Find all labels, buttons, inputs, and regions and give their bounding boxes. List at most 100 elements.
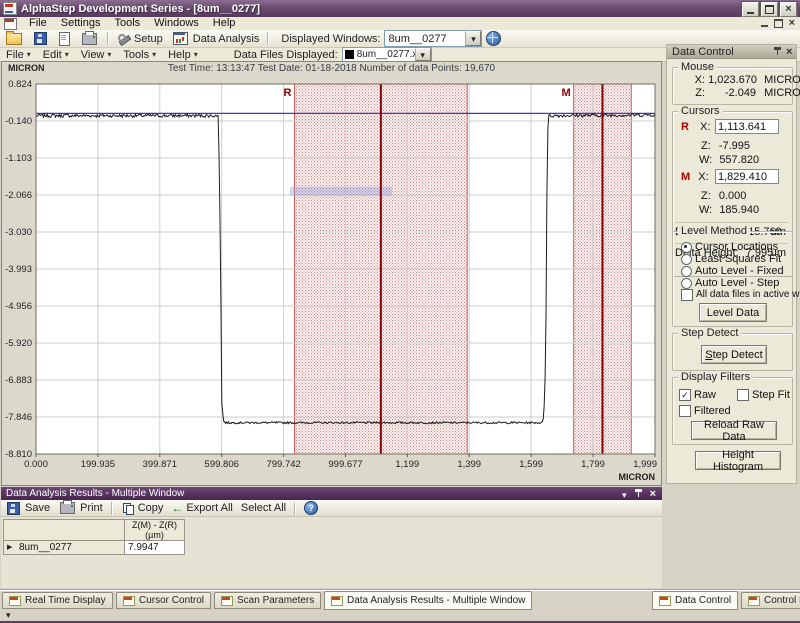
combo-dropdown-button[interactable] — [465, 31, 481, 46]
m-cursor-row: M X: — [681, 171, 709, 183]
y-tick-label: -8.810 — [5, 449, 32, 460]
y-tick-label: 0.824 — [8, 79, 32, 90]
application-window: AlphaStep Development Series - [8um__027… — [0, 0, 800, 623]
mdi-minimize-button[interactable] — [761, 21, 768, 27]
displayed-windows-combobox[interactable]: 8um__0277 — [384, 30, 482, 47]
table-row[interactable]: 8um__0277 7.9947 — [4, 541, 185, 555]
help-icon[interactable] — [304, 501, 318, 515]
close-button[interactable] — [780, 2, 797, 17]
data-files-combobox[interactable]: 8um__0277.xml — [342, 47, 432, 62]
radio-auto-level-fixed[interactable] — [681, 266, 692, 277]
mdi-close-button[interactable] — [789, 18, 795, 29]
r-z-value: -7.995 — [719, 140, 750, 152]
toolbar-separator — [111, 502, 113, 515]
menu-item-help[interactable]: Help — [206, 17, 243, 30]
menu-item-file[interactable]: File — [22, 17, 54, 30]
app-icon — [3, 2, 17, 15]
open-folder-icon — [6, 33, 22, 45]
m-z-label: Z: — [701, 190, 711, 202]
height-histogram-button[interactable]: Height Histogram — [695, 451, 781, 470]
pin-icon[interactable] — [774, 47, 781, 57]
data-control-close-button[interactable]: × — [786, 47, 792, 57]
pin-icon[interactable] — [635, 489, 642, 499]
tab-cursor-control[interactable]: Cursor Control — [116, 592, 211, 609]
print-button[interactable] — [76, 31, 103, 47]
level-data-button[interactable]: Level Data — [699, 303, 767, 322]
x-tick-label: 399.871 — [143, 459, 177, 470]
tab-scan-parameters[interactable]: Scan Parameters — [214, 592, 321, 609]
profile-chart[interactable]: RM0.000199.935399.871599.806799.742999.6… — [2, 62, 661, 485]
results-close-button[interactable]: × — [650, 489, 656, 499]
raw-checkbox[interactable] — [679, 389, 691, 401]
m-z-row: Z: 0.000 — [701, 190, 746, 202]
setup-button[interactable]: Setup — [113, 31, 167, 47]
reload-raw-data-button[interactable]: Reload Raw Data — [691, 421, 777, 440]
tab-real-time-display[interactable]: Real Time Display — [2, 592, 113, 609]
raw-label: Raw — [694, 389, 716, 401]
x-tick-label: 199.935 — [81, 459, 115, 470]
cursor-label-m: M — [562, 87, 571, 99]
level-data-label: Level Data — [707, 307, 760, 319]
filebar-menu-help[interactable]: Help — [162, 48, 204, 61]
combo-dropdown-button[interactable] — [415, 48, 431, 61]
value-column-header: Z(M) - Z(R) (µm) — [125, 520, 185, 541]
tab-label: Scan Parameters — [237, 595, 314, 606]
menu-item-tools[interactable]: Tools — [107, 17, 147, 30]
results-print-button[interactable]: Print — [54, 500, 107, 516]
smart-tag-dropdown-icon[interactable] — [6, 610, 11, 621]
radio-label-auto-level-step: Auto Level - Step — [695, 277, 779, 289]
r-cursor-x-input[interactable] — [715, 119, 779, 134]
save-button[interactable] — [28, 30, 53, 47]
row-header-cell[interactable]: 8um__0277 — [4, 541, 125, 555]
filebar-menu-edit[interactable]: Edit — [37, 48, 75, 61]
document-icon[interactable] — [4, 18, 17, 30]
tab-control-panel[interactable]: Control Panel — [741, 592, 800, 609]
m-cursor-letter: M — [681, 171, 690, 183]
minimize-button[interactable] — [742, 2, 759, 17]
title-bar: AlphaStep Development Series - [8um__027… — [0, 0, 800, 17]
step-fit-checkbox[interactable] — [737, 389, 749, 401]
filebar-menu-file[interactable]: File — [0, 48, 37, 61]
x-tick-label: 799.742 — [266, 459, 300, 470]
radio-cursor-locations[interactable] — [681, 242, 692, 253]
m-cursor-x-input[interactable] — [715, 169, 779, 184]
mdi-restore-button[interactable] — [774, 19, 783, 28]
restore-button[interactable] — [761, 2, 778, 17]
results-save-button[interactable]: Save — [1, 500, 54, 517]
tab-data-control[interactable]: Data Control — [652, 591, 738, 610]
tab-label: Cursor Control — [139, 595, 204, 606]
globe-icon[interactable] — [486, 31, 501, 46]
print-preview-button[interactable] — [53, 30, 76, 48]
filtered-checkbox[interactable] — [679, 405, 691, 417]
y-tick-label: -1.103 — [5, 153, 32, 164]
mouse-z-value: -2.049 — [708, 87, 756, 99]
filebar-menu-view[interactable]: View — [75, 48, 118, 61]
selection-artifact — [290, 187, 392, 196]
all-data-files-label: All data files in active window — [696, 289, 800, 300]
all-data-files-checkbox[interactable] — [681, 289, 693, 301]
series-color-swatch — [345, 50, 354, 59]
copy-button[interactable]: Copy — [117, 500, 168, 516]
select-all-button[interactable]: Select All — [237, 500, 290, 516]
export-arrow-icon — [171, 501, 183, 515]
radio-least-squares-fit[interactable] — [681, 254, 692, 265]
y-tick-label: -0.140 — [5, 116, 32, 127]
export-all-button[interactable]: Export All — [167, 499, 236, 517]
menu-item-settings[interactable]: Settings — [54, 17, 108, 30]
toolbar-separator — [267, 32, 269, 45]
menu-item-windows[interactable]: Windows — [147, 17, 206, 30]
open-button[interactable] — [0, 31, 28, 47]
window-icon — [659, 596, 671, 606]
data-files-value: 8um__0277.xml — [357, 49, 415, 60]
tab-data-analysis-results-multiple-window[interactable]: Data Analysis Results - Multiple Window — [324, 591, 532, 610]
data-analysis-button[interactable]: Data Analysis — [167, 30, 264, 47]
chevron-down-icon — [471, 33, 476, 45]
r-w-label: W: — [699, 154, 712, 166]
x-tick-label: 1,799 — [581, 459, 605, 470]
cursors-group-label: Cursors — [678, 105, 723, 117]
radio-auto-level-step[interactable] — [681, 278, 692, 289]
tab-label: Data Analysis Results - Multiple Window — [347, 595, 525, 606]
filebar-menu-tools[interactable]: Tools — [117, 48, 162, 61]
x-axis-title: MICRON — [619, 472, 656, 482]
step-detect-button[interactable]: Step Detect — [701, 345, 767, 364]
